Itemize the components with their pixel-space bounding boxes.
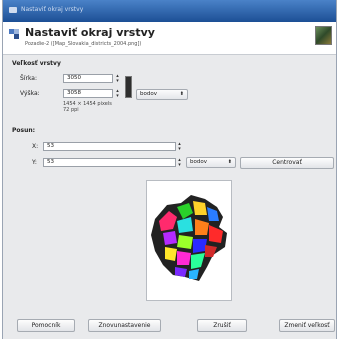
- offset-unit-value: bodov: [190, 159, 207, 165]
- height-input[interactable]: 3058: [63, 89, 113, 98]
- size-info: 1454 × 1454 pixels 72 ppi: [63, 101, 112, 113]
- size-unit-value: bodov: [140, 91, 157, 97]
- title-bar[interactable]: Nastaviť okraj vrstvy: [3, 0, 336, 22]
- spin-down-icon[interactable]: ▾: [114, 93, 121, 99]
- offset-x-spinner[interactable]: ▴ ▾: [176, 142, 183, 151]
- dialog-window: Nastaviť okraj vrstvy Nastaviť okraj vrs…: [2, 0, 337, 339]
- width-input[interactable]: 3050: [63, 74, 113, 83]
- offset-unit-select[interactable]: bodov ⬍: [186, 157, 236, 168]
- dropdown-arrow-icon: ⬍: [179, 91, 184, 97]
- image-thumbnail: [315, 26, 332, 45]
- window-menu-icon[interactable]: [9, 7, 17, 13]
- offset-x-label: X:: [32, 143, 39, 150]
- spin-down-icon[interactable]: ▾: [176, 162, 183, 168]
- resize-button[interactable]: Zmeniť veľkosť: [279, 319, 335, 332]
- layer-preview[interactable]: [146, 180, 232, 301]
- cancel-button[interactable]: Zrušiť: [197, 319, 247, 332]
- spin-down-icon[interactable]: ▾: [176, 146, 183, 152]
- dialog-title: Nastaviť okraj vrstvy: [25, 26, 155, 39]
- chain-link-icon[interactable]: [125, 76, 132, 98]
- offset-y-spinner[interactable]: ▴ ▾: [176, 158, 183, 167]
- layer-resize-icon: [9, 29, 19, 39]
- window-title: Nastaviť okraj vrstvy: [21, 6, 84, 13]
- dropdown-arrow-icon: ⬍: [227, 159, 232, 165]
- help-button[interactable]: Pomocník: [17, 319, 75, 332]
- spin-down-icon[interactable]: ▾: [114, 78, 121, 84]
- layer-size-section-label: Veľkosť vrstvy: [12, 60, 61, 67]
- dialog-subtitle: Pozadie-2 ([Map_Slovakia_districts_2004.…: [25, 41, 142, 47]
- width-spinner[interactable]: ▴ ▾: [114, 74, 121, 83]
- offset-section-label: Posun:: [12, 127, 36, 134]
- width-label: Šírka:: [20, 75, 38, 82]
- size-info-resolution: 72 ppi: [63, 107, 79, 113]
- height-label: Výška:: [20, 90, 40, 97]
- dialog-header: Nastaviť okraj vrstvy Pozadie-2 ([Map_Sl…: [3, 22, 336, 55]
- dialog-footer: Pomocník Znovunastavenie Zrušiť Zmeniť v…: [3, 308, 336, 339]
- offset-y-input[interactable]: 53: [43, 158, 176, 167]
- size-unit-select[interactable]: bodov ⬍: [136, 89, 188, 100]
- offset-x-input[interactable]: 53: [43, 142, 176, 151]
- center-button[interactable]: Centrovať: [240, 157, 334, 169]
- height-spinner[interactable]: ▴ ▾: [114, 89, 121, 98]
- map-preview-image: [151, 195, 227, 281]
- reset-button[interactable]: Znovunastavenie: [88, 319, 161, 332]
- offset-y-label: Y:: [32, 159, 37, 166]
